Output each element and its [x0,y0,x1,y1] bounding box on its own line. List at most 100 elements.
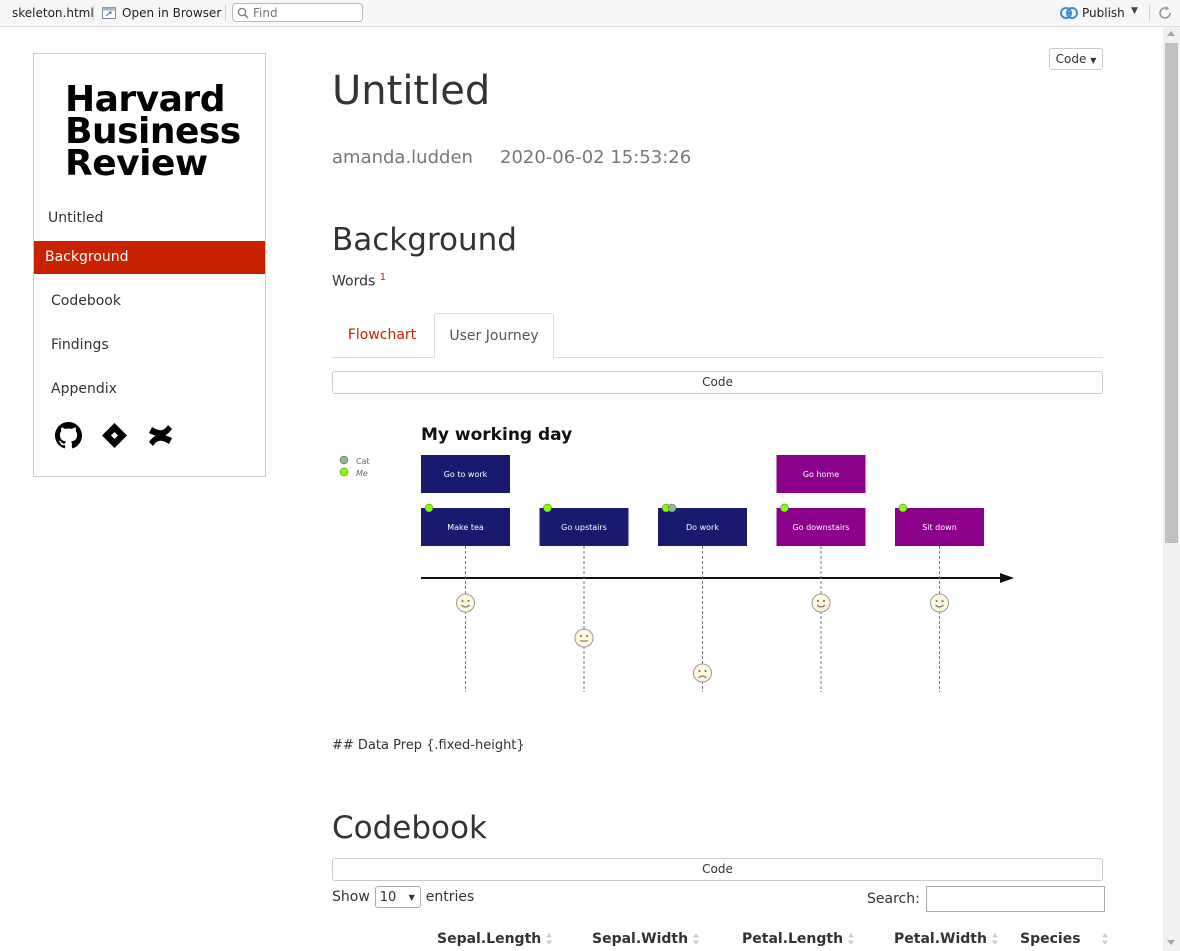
git-icon[interactable] [101,422,128,449]
code-toggle-label: Code [1055,52,1087,66]
mood-face-eye [580,635,582,637]
toc-item-codebook[interactable]: Codebook [34,285,265,318]
legend-marker [339,467,349,477]
words-text: Words [332,273,376,290]
journey-task-label: Do work [686,523,719,532]
mood-face-eye [586,635,588,637]
actor-marker [898,503,908,513]
github-icon[interactable] [55,422,82,449]
mood-face-icon [930,593,949,613]
publish-icon [1060,7,1078,19]
tabset: Flowchart User Journey [332,313,1103,358]
column-header-petal-width[interactable]: Petal.Width [894,931,999,947]
mood-face-icon [693,663,712,683]
column-header-label: Sepal.Width [592,931,689,947]
select-arrow-icon: ▼ [408,892,415,902]
journey-title: My working day [421,425,572,445]
mood-face-icon [811,593,831,613]
table-search: Search: [867,886,1105,912]
tab-user-journey[interactable]: User Journey [434,313,554,358]
actor-marker [780,503,789,513]
code-button[interactable]: Code [332,371,1103,394]
codebook-code-button[interactable]: Code [332,858,1103,881]
scroll-thumb[interactable] [1165,43,1178,543]
show-entries: Show 10 ▼ entries [332,886,474,908]
sort-icon [848,933,855,945]
entries-select-value: 10 [379,889,397,905]
journey-axis-arrow [1000,573,1014,583]
mood-face-eye [935,600,938,602]
entries-label: entries [425,889,475,905]
actor-marker [543,503,552,513]
editor-toolbar: skeleton.html Open in Browser Publish ▼ [0,0,1180,27]
mood-face-eye [461,600,464,602]
legend-marker [339,455,349,465]
actor-marker [424,503,434,513]
sort-icon [546,933,553,945]
scroll-up-arrow-icon[interactable] [1167,31,1175,36]
toolbar-divider [93,5,94,21]
toolbar-divider [1149,5,1150,21]
journey-section-label: Go to work [444,470,488,479]
open-in-browser-label: Open in Browser [122,6,222,20]
toc-icon-links [55,422,174,449]
logo-line: Review [65,143,208,184]
user-journey-diagram: My working day Cat Me Go to work Go home Make… [339,425,1014,692]
actor-marker [667,503,677,513]
code-toggle-dropdown[interactable]: Code ▼ [1049,48,1103,70]
column-header-sepal-length[interactable]: Sepal.Length [437,931,553,947]
column-header-species[interactable]: Species [1020,931,1109,947]
table-search-input[interactable] [925,886,1105,912]
toc-item-findings[interactable]: Findings [34,329,265,362]
sort-icon [991,933,998,945]
toc-item-untitled[interactable]: Untitled [34,202,265,235]
publish-button[interactable]: Publish [1060,6,1125,20]
find-box[interactable] [232,3,363,22]
mood-face-eye [817,600,819,602]
search-icon [237,7,249,19]
hbr-logo: Harvard Business Review [65,82,241,184]
publish-menu-caret-icon[interactable]: ▼ [1131,6,1138,16]
confluence-icon[interactable] [147,422,174,449]
tab-flowchart[interactable]: Flowchart [332,313,432,358]
mood-face-eye [704,670,707,672]
mood-face-eye [467,600,470,602]
column-header-label: Petal.Width [894,931,987,947]
journey-task-label: Go upstairs [561,523,607,532]
background-heading: Background [332,222,517,258]
mood-face-eye [698,670,701,672]
publish-label: Publish [1082,6,1125,20]
browser-icon [102,7,116,19]
legend-label: Cat [356,457,370,466]
show-label: Show [332,889,370,905]
author: amanda.ludden [332,147,473,168]
column-header-petal-length[interactable]: Petal.Length [742,931,855,947]
file-name-tab[interactable]: skeleton.html [12,6,94,20]
scroll-down-arrow-icon[interactable] [1167,940,1175,945]
column-header-sepal-width[interactable]: Sepal.Width [592,931,700,947]
footnote-ref-link[interactable]: 1 [380,272,386,283]
toc-item-background[interactable]: Background [34,241,265,274]
toolbar-divider [225,5,226,21]
column-header-label: Species [1020,931,1081,947]
data-prep-text: ## Data Prep {.fixed-height} [332,738,525,753]
journey-task-label: Sit down [922,523,957,532]
vertical-scrollbar[interactable] [1163,27,1180,951]
legend-label: Me [356,469,368,478]
codebook-heading: Codebook [332,810,487,846]
mood-face-icon [574,628,594,648]
words-paragraph: Words 1 [332,272,386,290]
refresh-icon[interactable] [1157,5,1173,21]
mood-face-icon [456,593,475,613]
entries-select[interactable]: 10 ▼ [374,886,421,908]
open-in-browser-button[interactable]: Open in Browser [102,6,221,20]
find-input[interactable] [253,5,353,20]
column-header-label: Sepal.Length [437,931,542,947]
search-label: Search: [867,891,920,907]
toc-item-appendix[interactable]: Appendix [34,373,265,406]
column-header-label: Petal.Length [742,931,844,947]
journey-section-label: Go home [803,470,839,479]
mood-face-eye [941,600,944,602]
journey-task-label: Go downstairs [792,523,849,532]
caret-down-icon: ▼ [1090,56,1097,65]
